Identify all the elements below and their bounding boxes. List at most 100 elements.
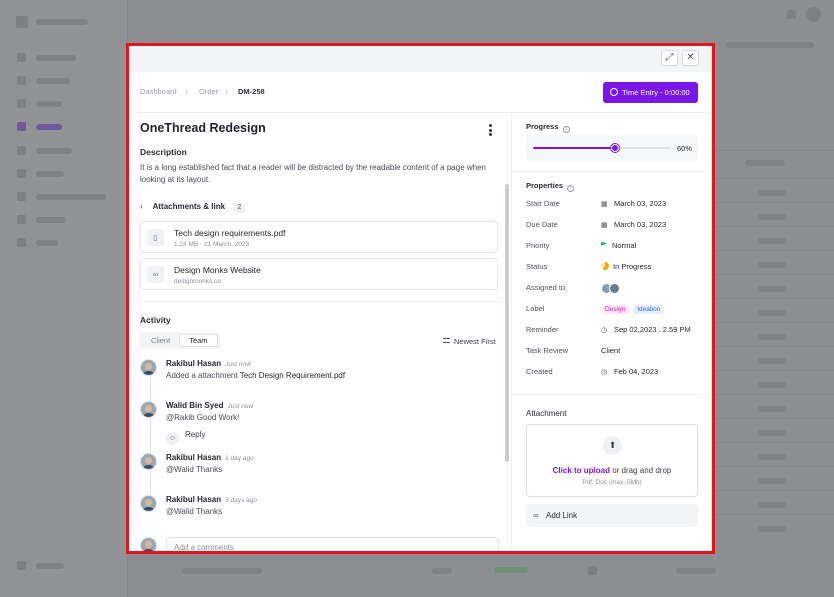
background-text [36,194,106,200]
add-link-label: Add Link [546,511,578,520]
avatar [140,359,157,376]
attachment-meta: designmonks.co [174,278,221,285]
time-entry-button[interactable]: Time Entry - 0:00:00 [603,82,698,103]
attachment-item[interactable]: ∞ Design Monks Website designmonks.co [140,258,498,290]
expand-icon[interactable]: ⤢ [661,50,678,66]
background-row [714,514,834,515]
background-row [714,466,834,467]
background-text [36,19,88,25]
task-title[interactable]: OneThread Redesign [140,121,266,135]
activity-text: @Rakib Good Work! [166,413,240,422]
attachments-toggle[interactable]: › Attachments & link 2 [140,202,246,213]
chevron-right-icon: › [140,202,143,211]
property-start-date: Start Date ▦ March 03, 2023 [526,199,706,211]
label-tag-design[interactable]: Design [601,305,630,314]
background-text [726,42,814,48]
background-nav-icon [17,169,26,178]
background-row [714,250,834,251]
property-key: Created [526,367,553,376]
progress-handle[interactable] [611,144,620,152]
tab-team[interactable]: Team [179,334,218,347]
property-key: Priority [526,241,550,250]
progress-slider[interactable] [533,144,670,152]
close-icon[interactable]: ✕ [682,50,699,66]
breadcrumb-order[interactable]: Order [199,87,218,96]
more-options-icon[interactable] [489,124,492,138]
activity-attachment-link[interactable]: Tech Design Requirement.pdf [240,371,345,380]
activity-author[interactable]: Rakibul Hasan [166,495,221,504]
link-icon: ∞ [533,511,539,520]
scrollbar[interactable] [505,184,509,462]
avatar [140,495,157,512]
attachment-name: Tech design requirements.pdf [174,228,286,238]
property-key: Assigned to [526,283,566,292]
background-text [757,190,787,196]
background-row [714,370,834,371]
property-key: Start Date [526,199,560,208]
background-text [36,563,64,569]
background-text [36,101,62,107]
progress-heading: Progress i [526,122,570,133]
activity-author[interactable]: Rakibul Hasan [166,453,221,462]
background-text [36,217,66,223]
priority-text: Normal [612,241,637,250]
section-divider [129,301,505,302]
click-to-upload-link[interactable]: Click to upload [553,466,610,475]
activity-author[interactable]: Walid Bin Syed [166,401,224,410]
file-icon: ▯ [147,229,164,246]
property-label: Label Design Ideation [526,304,706,316]
reply-label: Reply [185,430,206,439]
properties-label: Properties [526,181,564,190]
background-row [714,346,834,347]
reply-button[interactable]: ☺ Reply [166,430,205,445]
created-value: ◷ Feb 04, 2023 [601,367,658,376]
property-assigned: Assigned to [526,283,706,295]
attachment-item[interactable]: ▯ Tech design requirements.pdf 1.24 MB ·… [140,221,498,253]
due-date-value[interactable]: ▦ March 03, 2023 [601,220,666,229]
property-key: Due Date [526,220,558,229]
background-text [757,478,787,484]
background-row [714,298,834,299]
property-due-date: Due Date ▦ March 03, 2023 [526,220,706,232]
background-nav-icon [17,215,26,224]
upload-text: Click to upload or drag and drop [527,466,697,475]
activity-tabs: Client Team [140,332,220,349]
background-nav-icon [17,53,26,62]
info-icon[interactable]: i [562,126,570,133]
start-date-value[interactable]: ▦ March 03, 2023 [601,199,666,208]
calendar-icon: ▦ [601,201,608,208]
status-value[interactable]: In Progress [601,262,651,271]
priority-value[interactable]: Normal [601,241,636,250]
info-icon[interactable]: i [567,185,575,192]
start-date-text: March 03, 2023 [614,199,667,208]
background-text [757,430,787,436]
flag-icon [601,242,607,246]
upload-dropzone[interactable]: ⬆ Click to upload or drag and drop Pdf, … [526,424,698,497]
task-description[interactable]: It is a long established fact that a rea… [140,162,505,185]
background-text [757,382,787,388]
tab-client[interactable]: Client [142,334,179,347]
breadcrumb-separator-icon: › [185,86,188,96]
reminder-value[interactable]: ◷ Sep 02,2023 . 2.59 PM [601,325,691,334]
background-row [714,322,834,323]
background-text [757,262,787,268]
activity-author[interactable]: Rakibul Hasan [166,359,221,368]
label-tag-ideation[interactable]: Ideation [633,305,665,314]
link-icon: ∞ [147,266,164,283]
task-review-value[interactable]: Client [601,346,620,355]
background-text [36,240,58,246]
assignees[interactable] [601,283,620,294]
background-row [714,178,834,179]
sort-dropdown[interactable]: Newest First [443,337,496,346]
background-text [36,124,62,130]
background-text [494,567,528,573]
comment-input[interactable]: Add a comments [166,537,499,551]
activity-heading: Activity [140,315,171,325]
breadcrumb-dashboard[interactable]: Dashboard [140,87,177,96]
background-row [714,150,834,151]
background-text [757,454,787,460]
description-heading: Description [140,147,187,157]
attachment-meta: 1.24 MB · 21 March, 2023 [174,241,250,248]
add-link-button[interactable]: ∞ Add Link [526,504,698,527]
background-text [757,286,787,292]
